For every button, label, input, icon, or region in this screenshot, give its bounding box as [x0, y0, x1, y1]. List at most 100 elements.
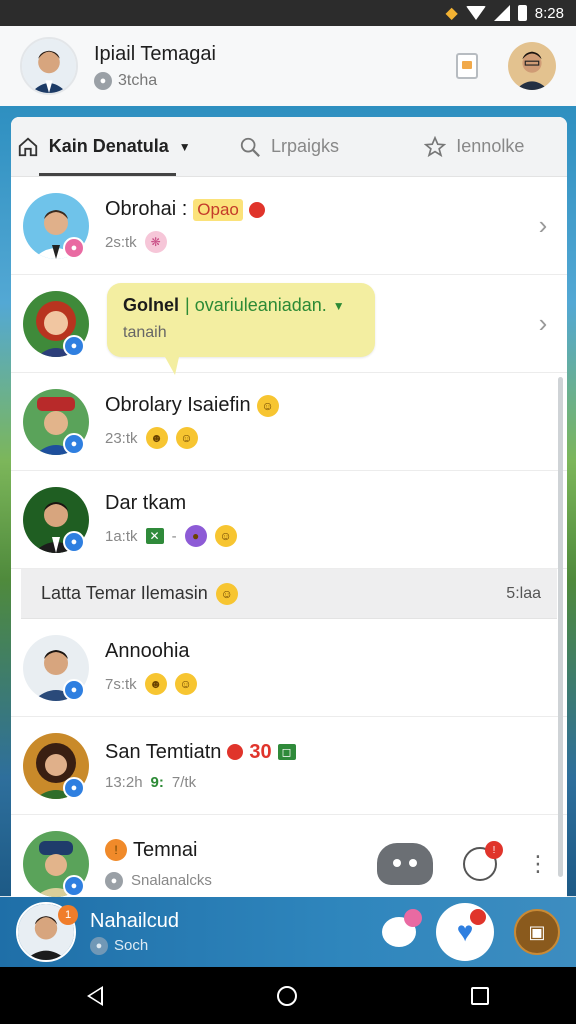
status-badge: ● — [63, 777, 85, 799]
battery-icon — [517, 5, 527, 21]
chat-row[interactable]: ● Obrolary Isaiefin ☺ 23:tk ☻ ☺ — [11, 373, 567, 471]
smile-emoji-icon: ☺ — [214, 525, 237, 547]
tab-home-label: Kain Denatula — [48, 136, 169, 156]
tab-home[interactable]: Kain Denatula ▼ — [11, 117, 196, 176]
section-header: Latta Temar Ilemasin ☺ 5:laa — [21, 569, 557, 619]
tab-favorites-label: Iennolke — [456, 136, 525, 156]
chat-time: 2s:tk — [105, 233, 137, 251]
chat-time: 23:tk — [105, 429, 138, 447]
laugh-emoji-icon: ☻ — [144, 673, 167, 695]
status-badge: ● — [63, 875, 85, 897]
wifi-icon — [465, 6, 486, 20]
notification-dot-icon: ! — [485, 841, 503, 859]
alert-icon — [227, 744, 244, 760]
notification-dot-icon — [404, 909, 422, 927]
status-badge: ● — [63, 237, 85, 259]
smile-emoji-icon: ☺ — [174, 673, 197, 695]
favorites-button[interactable]: ♥ — [436, 903, 494, 961]
chevron-right-icon[interactable]: › — [531, 308, 555, 339]
star-icon — [424, 135, 447, 157]
status-icon: ● — [105, 871, 123, 890]
chat-name: Dar tkam — [105, 492, 187, 514]
profile-avatar[interactable] — [20, 37, 78, 95]
status-badge: ● — [63, 531, 85, 553]
header-subtitle: ● 3tcha — [94, 71, 456, 90]
emoji-picker-icon[interactable]: ! — [463, 841, 503, 881]
document-icon[interactable] — [456, 53, 478, 79]
tab-bar: Kain Denatula ▼ Lrpaigks Iennolke — [11, 117, 567, 177]
bubble-subtitle: tanaih — [123, 324, 167, 341]
status-icon: ● — [94, 71, 112, 90]
chevron-down-icon: ▼ — [332, 298, 345, 313]
current-user-name: Nahailcud — [90, 909, 179, 932]
home-circle-icon[interactable] — [277, 985, 297, 1006]
chat-name: Temnai — [133, 838, 198, 861]
contact-avatar[interactable] — [508, 42, 556, 90]
chat-row[interactable]: ● ! Temnai ● Snalanalcks ! ⋮ — [11, 815, 567, 897]
smiley-icon: ☺ — [256, 394, 279, 417]
tab-search[interactable]: Lrpaigks — [196, 117, 381, 176]
message-bubble[interactable]: Golnel | ovariuleaniadan. ▼ tanaih — [107, 283, 375, 375]
bottom-bar: 1 Nahailcud ● Soch ♥ ▣ — [0, 897, 576, 967]
current-user-sub: Soch — [114, 937, 149, 954]
chat-time: 7s:tk — [105, 675, 137, 693]
chat-subtitle: Snalanalcks — [131, 872, 212, 889]
chat-meta-green: 9: — [150, 773, 164, 791]
status-time: 8:28 — [534, 4, 564, 22]
unread-dot-icon — [248, 201, 265, 218]
notification-dot-icon — [470, 909, 486, 925]
tab-search-label: Lrpaigks — [270, 136, 340, 156]
status-badge: ● — [63, 335, 85, 357]
bag-icon[interactable]: ▣ — [514, 909, 560, 955]
dropdown-icon: ▼ — [178, 139, 191, 154]
status-badge: ● — [63, 433, 85, 455]
chat-list-card: Kain Denatula ▼ Lrpaigks Iennolke ● Obro… — [11, 117, 567, 897]
heart-icon: ♥ — [456, 916, 474, 947]
system-nav-bar — [0, 967, 576, 1024]
chat-name: Obrolary Isaiefin — [105, 394, 251, 416]
chat-list: ● Obrohai : Opao 2s:tk ❋ › ● › Golnel | … — [11, 177, 567, 897]
smiley-icon: ☺ — [215, 582, 238, 605]
dash-icon: - — [171, 527, 177, 545]
tab-favorites[interactable]: Iennolke — [382, 117, 567, 176]
chat-time: 13:2h — [105, 773, 143, 791]
status-bar: ◆ 8:28 — [0, 0, 576, 26]
reaction-icon: ❋ — [144, 231, 167, 253]
recents-icon[interactable] — [471, 986, 489, 1005]
chat-row[interactable]: ● Dar tkam 1a:tk ✕ - ● ☺ — [11, 471, 567, 569]
section-count: 5:laa — [506, 584, 541, 602]
section-title: Latta Temar Ilemasin — [41, 583, 208, 603]
bubble-title: Golnel — [123, 295, 180, 315]
x-tag-icon: ✕ — [145, 528, 164, 544]
search-icon — [240, 137, 260, 157]
user-badge: 1 — [58, 905, 78, 925]
smile-emoji-icon: ☺ — [175, 427, 198, 449]
chat-name: Obrohai : — [105, 198, 188, 220]
back-icon[interactable] — [87, 985, 103, 1006]
chat-row[interactable]: ● Obrohai : Opao 2s:tk ❋ › — [11, 177, 567, 275]
location-icon: ◆ — [445, 5, 458, 22]
app-header: Ipiail Temagai ● 3tcha — [0, 26, 576, 106]
chat-badge-number: 30 — [249, 740, 272, 763]
chat-row[interactable]: ● San Temtiatn 30 ◻ 13:2h 9: 7/tk — [11, 717, 567, 815]
chat-name: Annoohia — [105, 640, 190, 662]
chat-meta-extra: 7/tk — [171, 773, 197, 791]
chat-row[interactable]: ● Annoohia 7s:tk ☻ ☺ — [11, 619, 567, 717]
header-name: Ipiail Temagai — [94, 42, 216, 65]
status-icon: ● — [90, 936, 108, 955]
chat-row[interactable]: ● › Golnel | ovariuleaniadan. ▼ tanaih — [11, 275, 567, 375]
scrollbar[interactable] — [558, 377, 563, 877]
chat-icon[interactable] — [382, 909, 422, 947]
home-icon — [18, 137, 37, 156]
chevron-right-icon[interactable]: › — [531, 210, 555, 241]
purple-emoji-icon: ● — [184, 525, 207, 547]
alert-emoji-icon: ! — [105, 839, 127, 861]
chat-name: San Temtiatn — [105, 740, 222, 763]
header-subtitle-text: 3tcha — [118, 71, 158, 89]
chat-tag: Opao — [193, 198, 243, 221]
bubble-title-green: | ovariuleaniadan. — [185, 295, 327, 315]
bot-icon[interactable] — [377, 843, 433, 885]
more-options-icon[interactable]: ⋮ — [527, 851, 549, 877]
green-tag-icon: ◻ — [277, 744, 296, 760]
signal-icon — [493, 5, 510, 21]
